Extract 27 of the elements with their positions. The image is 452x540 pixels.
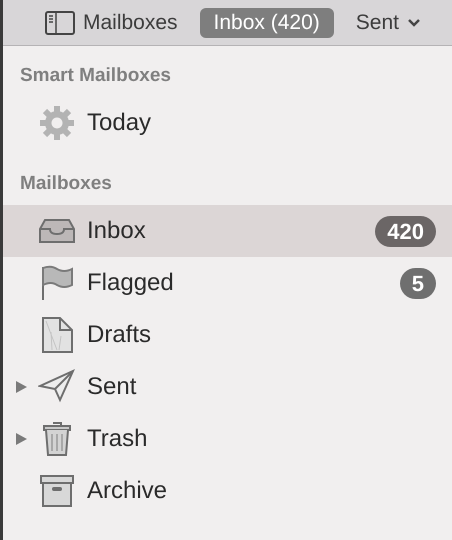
mailbox-name: Archive: [87, 476, 168, 506]
toolbar-button[interactable]: Inbox (420): [200, 8, 334, 38]
mailbox-name: Flagged: [87, 268, 175, 298]
section-header: Mailboxes: [19, 172, 113, 196]
disclosure-triangle-icon[interactable]: [14, 380, 28, 394]
mailbox-name: Trash: [87, 424, 148, 454]
mailbox-name: Drafts: [87, 320, 152, 350]
mailbox-row[interactable]: Archive: [3, 465, 452, 517]
section-header: Smart Mailboxes: [19, 64, 172, 88]
mailbox-row[interactable]: Today: [3, 97, 452, 149]
toolbar-button[interactable]: Mailboxes: [31, 8, 192, 38]
mailbox-name: Inbox: [87, 216, 147, 246]
toolbar-button[interactable]: Sent: [342, 8, 435, 38]
archive-box-icon: [38, 472, 76, 510]
mailbox-row[interactable]: Trash: [3, 413, 452, 465]
sidebar-icon: [45, 10, 75, 34]
mailbox-name: Sent: [87, 372, 138, 402]
chevron-down-icon: [406, 18, 421, 28]
gear-icon: [38, 104, 76, 142]
unread-count: 5: [400, 268, 436, 298]
disclosure-triangle-icon[interactable]: [14, 432, 28, 446]
mailbox-row[interactable]: Inbox 420: [3, 205, 452, 257]
mailbox-row[interactable]: Drafts: [3, 309, 452, 361]
mailbox-row[interactable]: Sent: [3, 361, 452, 413]
mailbox-name: Today: [87, 108, 152, 138]
unread-count: 420: [375, 216, 436, 246]
mailbox-row[interactable]: Flagged 5: [3, 257, 452, 309]
